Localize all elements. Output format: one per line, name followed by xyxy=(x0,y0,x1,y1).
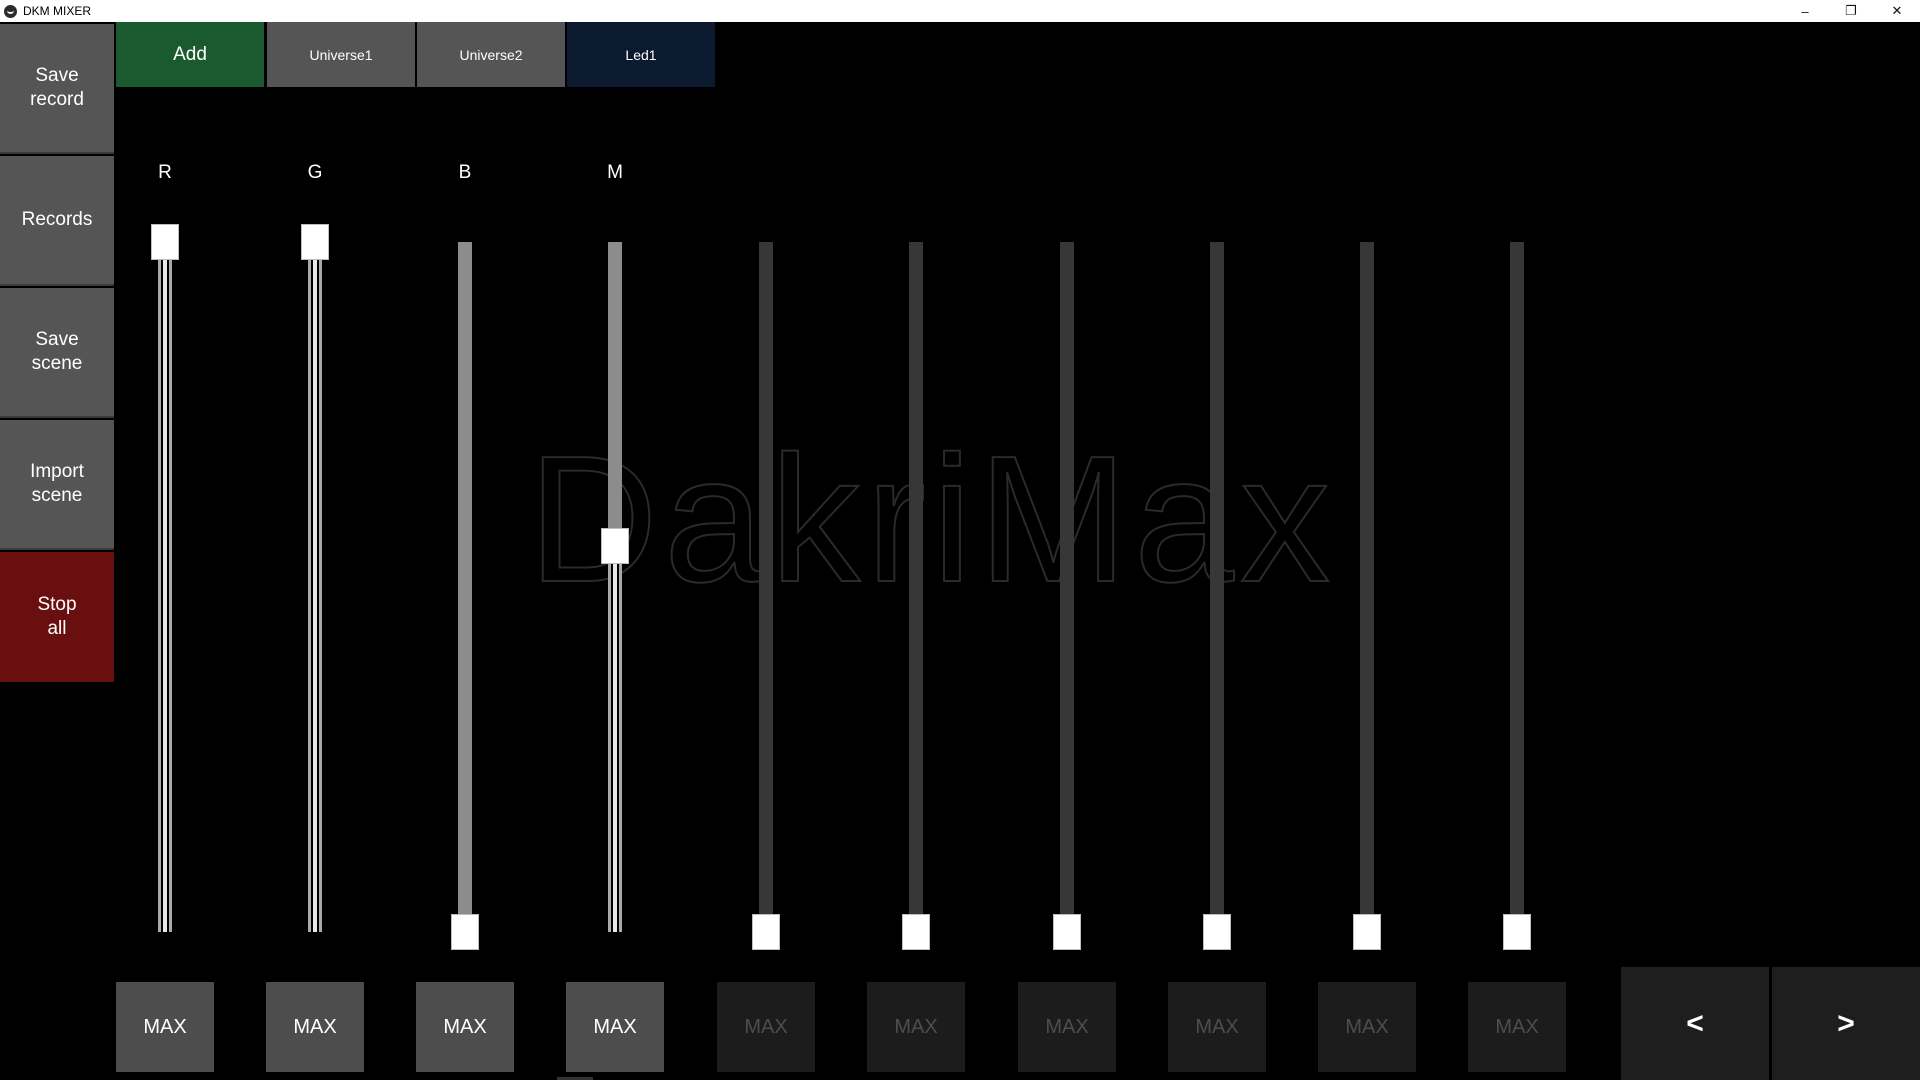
fader-knob[interactable] xyxy=(902,914,930,950)
previous-page-button[interactable]: < xyxy=(1621,967,1769,1080)
add-tab-button[interactable]: Add xyxy=(116,22,264,87)
window-title: DKM MIXER xyxy=(23,4,92,18)
tab-led1[interactable]: Led1 xyxy=(567,22,715,87)
fader-level-fill xyxy=(608,545,622,932)
fader-knob[interactable] xyxy=(451,914,479,950)
fader-track[interactable] xyxy=(1060,242,1074,932)
fader-track[interactable] xyxy=(458,242,472,932)
next-page-button[interactable]: > xyxy=(1772,967,1920,1080)
records-button[interactable]: Records xyxy=(0,156,114,286)
max-button[interactable]: MAX xyxy=(1468,982,1566,1072)
fader-level-fill xyxy=(308,242,322,932)
restore-icon[interactable]: ❐ xyxy=(1828,0,1874,22)
stop-all-button[interactable]: Stop all xyxy=(0,552,114,682)
channel-label: R xyxy=(158,162,172,183)
channel-label: B xyxy=(458,162,472,183)
fader-track[interactable] xyxy=(1510,242,1524,932)
max-button[interactable]: MAX xyxy=(1168,982,1266,1072)
max-button[interactable]: MAX xyxy=(266,982,364,1072)
fader-knob[interactable] xyxy=(1503,914,1531,950)
tab-universe1[interactable]: Universe1 xyxy=(267,22,415,87)
max-button[interactable]: MAX xyxy=(867,982,965,1072)
fader-track[interactable] xyxy=(759,242,773,932)
fader-knob[interactable] xyxy=(151,224,179,260)
fader-level-fill xyxy=(158,242,172,932)
tab-universe2[interactable]: Universe2 xyxy=(417,22,565,87)
max-button[interactable]: MAX xyxy=(717,982,815,1072)
fader-track[interactable] xyxy=(1360,242,1374,932)
fader-track[interactable] xyxy=(308,242,322,932)
save-scene-button[interactable]: Save scene xyxy=(0,288,114,418)
title-bar: DKM MIXER – ❐ ✕ xyxy=(0,0,1920,22)
channel-label: M xyxy=(607,162,623,183)
max-button[interactable]: MAX xyxy=(1318,982,1416,1072)
max-button[interactable]: MAX xyxy=(1018,982,1116,1072)
fader-track[interactable] xyxy=(608,242,622,932)
fader-track[interactable] xyxy=(909,242,923,932)
fader-knob[interactable] xyxy=(301,224,329,260)
import-scene-button[interactable]: Import scene xyxy=(0,420,114,550)
fader-knob[interactable] xyxy=(1053,914,1081,950)
fader-track[interactable] xyxy=(1210,242,1224,932)
fader-knob[interactable] xyxy=(1353,914,1381,950)
fader-knob[interactable] xyxy=(1203,914,1231,950)
app-logo-icon xyxy=(4,4,17,18)
window-controls: – ❐ ✕ xyxy=(1782,0,1920,22)
fader-knob[interactable] xyxy=(752,914,780,950)
max-button[interactable]: MAX xyxy=(566,982,664,1072)
dakrimax-watermark-logo: DakriMax xyxy=(527,436,1331,606)
max-button[interactable]: MAX xyxy=(116,982,214,1072)
max-button[interactable]: MAX xyxy=(416,982,514,1072)
fader-knob[interactable] xyxy=(601,527,629,564)
minimize-icon[interactable]: – xyxy=(1782,0,1828,22)
channel-label: G xyxy=(307,162,323,183)
close-icon[interactable]: ✕ xyxy=(1874,0,1920,22)
fader-track[interactable] xyxy=(158,242,172,932)
save-record-button[interactable]: Save record xyxy=(0,24,114,154)
